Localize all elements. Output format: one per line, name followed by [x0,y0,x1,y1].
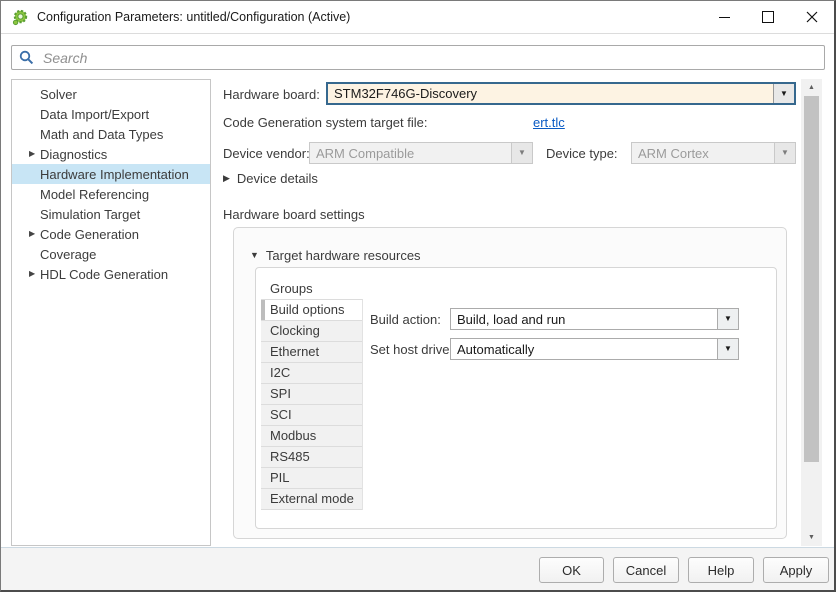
dialog-button-bar: OK Cancel Help Apply [1,547,834,590]
simulink-settings-gear-icon [12,9,29,26]
group-item-sci[interactable]: SCI [261,405,362,426]
target-hardware-resources-label: Target hardware resources [266,248,421,263]
target-hardware-resources-panel: Groups Build options Clocking Ethernet I… [255,267,777,529]
minimize-button[interactable] [702,1,746,33]
scrollbar-thumb[interactable] [804,96,819,462]
collapsed-arrow-icon: ▶ [223,174,230,183]
scroll-down-arrow-icon[interactable]: ▼ [801,530,822,545]
expand-arrow-icon[interactable]: ▶ [29,230,35,238]
sidebar-item-solver[interactable]: Solver [12,84,210,104]
cancel-button[interactable]: Cancel [613,557,679,583]
group-item-spi[interactable]: SPI [261,384,362,405]
target-hardware-resources-expander[interactable]: ▼ Target hardware resources [250,248,421,263]
group-item-rs485[interactable]: RS485 [261,447,362,468]
chevron-down-icon: ▼ [774,143,795,163]
maximize-icon [762,11,774,23]
set-host-drive-label: Set host drive: [370,342,453,357]
window-controls [702,1,834,33]
sidebar-item-code-generation[interactable]: ▶Code Generation [12,224,210,244]
group-item-build-options[interactable]: Build options [261,300,362,321]
chevron-down-icon[interactable]: ▼ [717,339,738,359]
group-item-clocking[interactable]: Clocking [261,321,362,342]
device-type-label: Device type: [546,146,618,161]
group-item-i2c[interactable]: I2C [261,363,362,384]
expanded-arrow-icon: ▼ [250,251,259,260]
hardware-board-select[interactable]: STM32F746G-Discovery ▼ [326,82,796,105]
sidebar-item-simulation-target[interactable]: Simulation Target [12,204,210,224]
configuration-parameters-window: Configuration Parameters: untitled/Confi… [0,0,836,592]
device-details-expander[interactable]: ▶ Device details [223,171,318,186]
expand-arrow-icon[interactable]: ▶ [29,270,35,278]
category-tree: Solver Data Import/Export Math and Data … [11,79,211,546]
search-box[interactable] [11,45,825,70]
sidebar-item-math-and-data-types[interactable]: Math and Data Types [12,124,210,144]
sidebar-item-hdl-code-generation[interactable]: ▶HDL Code Generation [12,264,210,284]
minimize-icon [719,17,730,18]
set-host-drive-select[interactable]: Automatically ▼ [450,338,739,360]
group-item-pil[interactable]: PIL [261,468,362,489]
scroll-up-arrow-icon[interactable]: ▲ [801,80,822,95]
sidebar-item-diagnostics[interactable]: ▶Diagnostics [12,144,210,164]
groups-list: Build options Clocking Ethernet I2C SPI … [261,299,363,510]
group-item-ethernet[interactable]: Ethernet [261,342,362,363]
maximize-button[interactable] [746,1,790,33]
chevron-down-icon[interactable]: ▼ [717,309,738,329]
sidebar-item-model-referencing[interactable]: Model Referencing [12,184,210,204]
window-title: Configuration Parameters: untitled/Confi… [37,10,350,24]
hardware-board-label: Hardware board: [223,87,320,102]
close-icon [806,11,818,23]
device-vendor-select: ARM Compatible ▼ [309,142,533,164]
build-action-select[interactable]: Build, load and run ▼ [450,308,739,330]
group-item-modbus[interactable]: Modbus [261,426,362,447]
device-details-label: Device details [237,171,318,186]
expand-arrow-icon[interactable]: ▶ [29,150,35,158]
apply-button[interactable]: Apply [763,557,829,583]
target-file-label: Code Generation system target file: [223,115,428,130]
title-bar: Configuration Parameters: untitled/Confi… [1,1,834,34]
sidebar-item-data-import-export[interactable]: Data Import/Export [12,104,210,124]
chevron-down-icon[interactable]: ▼ [773,84,794,103]
group-item-external-mode[interactable]: External mode [261,489,362,510]
build-action-label: Build action: [370,312,441,327]
chevron-down-icon: ▼ [511,143,532,163]
help-button[interactable]: Help [688,557,754,583]
search-icon [19,50,34,65]
ok-button[interactable]: OK [539,557,604,583]
sidebar-item-hardware-implementation[interactable]: Hardware Implementation [12,164,210,184]
close-button[interactable] [790,1,834,33]
hardware-board-settings-panel: ▼ Target hardware resources Groups Build… [233,227,787,539]
ert-tlc-link[interactable]: ert.tlc [533,115,565,130]
device-vendor-label: Device vendor: [223,146,310,161]
vertical-scrollbar[interactable]: ▲ ▼ [801,79,822,546]
hardware-board-settings-label: Hardware board settings [223,207,365,222]
search-input[interactable] [41,49,817,67]
device-type-select: ARM Cortex ▼ [631,142,796,164]
groups-label: Groups [270,281,313,296]
sidebar-item-coverage[interactable]: Coverage [12,244,210,264]
